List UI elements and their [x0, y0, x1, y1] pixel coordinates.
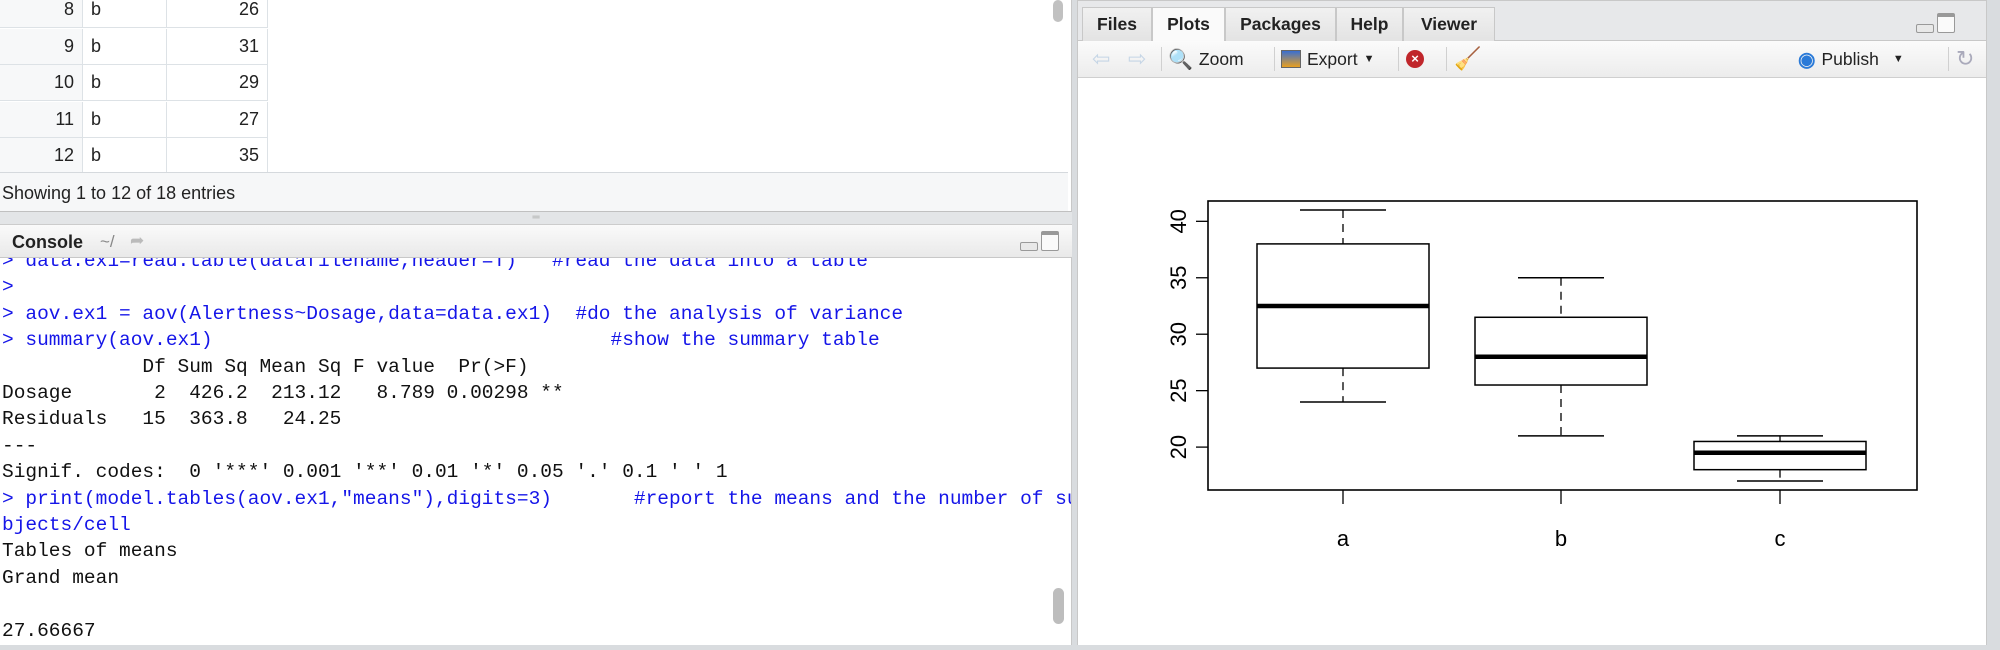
console-output-line: Signif. codes: 0 '***' 0.001 '**' 0.01 '…: [2, 461, 728, 484]
y-tick-label: 30: [1166, 322, 1191, 346]
console-header: Console ~/ ➦: [0, 224, 1072, 258]
console-output-line: Df Sum Sq Mean Sq F value Pr(>F): [2, 355, 564, 378]
table-cell: b: [83, 0, 167, 28]
tab-files[interactable]: Files: [1082, 7, 1152, 41]
magnifier-zoom-icon: 🔍: [1168, 48, 1193, 71]
table-row: 8 b 26: [0, 0, 268, 28]
y-tick-label: 20: [1166, 435, 1191, 459]
table-cell: 31: [167, 28, 268, 65]
table-cell: b: [83, 138, 167, 174]
tab-plots[interactable]: Plots: [1152, 7, 1225, 42]
table-cell: 35: [167, 138, 268, 174]
maximize-icon[interactable]: [1937, 13, 1955, 33]
clear-all-broom-icon[interactable]: 🧹: [1454, 46, 1481, 72]
publish-button[interactable]: ◉ Publish ▼: [1798, 46, 1904, 72]
table-cell: b: [83, 65, 167, 101]
table-cell: 8: [0, 0, 83, 28]
tab-packages[interactable]: Packages: [1225, 7, 1336, 41]
console-input-line: > data.ex1=read.table(datafilename,heade…: [2, 258, 868, 272]
pane-tabs: Files Plots Packages Help Viewer: [1078, 1, 1986, 42]
table-cell: b: [83, 28, 167, 65]
console-output-line: Tables of means: [2, 540, 178, 563]
remove-plot-icon: ×: [1406, 50, 1424, 68]
dropdown-caret-icon: ▼: [1363, 53, 1375, 65]
plots-toolbar: ⇦ ⇨ 🔍 Zoom Export ▼ × 🧹 ◉ Publish ▼ ↻: [1078, 41, 1986, 78]
table-row: 11 b 27: [0, 101, 268, 138]
y-tick-label: 35: [1166, 266, 1191, 290]
table-row: 10 b 29: [0, 65, 268, 101]
back-arrow-icon[interactable]: ⇦: [1092, 46, 1110, 72]
console-output-line: Dosage 2 426.2 213.12 8.789 0.00298 **: [2, 382, 564, 405]
remove-plot-button[interactable]: ×: [1406, 46, 1424, 72]
dropdown-caret-icon: ▼: [1892, 53, 1904, 65]
table-cell: b: [83, 101, 167, 138]
console-input-line: >: [2, 276, 14, 299]
console-output-line: ---: [2, 434, 38, 457]
plot-area: 20 25 30 35 40 a b c: [1078, 79, 1986, 645]
forward-arrow-icon[interactable]: ⇨: [1128, 46, 1146, 72]
box-b: [1474, 316, 1648, 386]
boxplot-chart: 20 25 30 35 40 a b c: [1166, 200, 1918, 551]
y-tick-label: 40: [1166, 209, 1191, 233]
console-output-line: Grand mean: [2, 566, 120, 589]
tab-viewer[interactable]: Viewer: [1403, 7, 1495, 41]
console-output-line: Residuals 15 363.8 24.25: [2, 408, 552, 431]
table-cell: 29: [167, 65, 268, 101]
box-c: [1693, 440, 1867, 471]
console-input-line: > summary(aov.ex1) #show the summary tab…: [2, 329, 880, 352]
console-path[interactable]: ~/: [100, 232, 115, 252]
console-scrollbar[interactable]: [1053, 588, 1064, 624]
table-cell: 26: [167, 0, 268, 28]
table-footer: Showing 1 to 12 of 18 entries: [0, 172, 1068, 211]
x-tick-label: a: [1337, 526, 1350, 551]
console-input-line: bjects/cell: [2, 514, 131, 537]
share-arrow-icon[interactable]: ➦: [130, 231, 144, 251]
console-output[interactable]: > data.ex1=read.table(datafilename,heade…: [0, 258, 1072, 645]
x-tick-label: b: [1555, 526, 1567, 551]
maximize-icon[interactable]: [1041, 231, 1059, 251]
export-button[interactable]: Export ▼: [1281, 46, 1374, 72]
table-row: 12 b 35: [0, 138, 268, 174]
console-title: Console: [12, 232, 84, 252]
table-row: 9 b 31: [0, 28, 268, 65]
console-output-line: 27.66667: [2, 619, 108, 642]
table-scrollbar[interactable]: [1053, 0, 1063, 22]
minimize-icon[interactable]: [1020, 242, 1038, 251]
minimize-icon[interactable]: [1916, 24, 1934, 33]
refresh-icon[interactable]: ↻: [1956, 46, 1974, 72]
data-viewer: 8 b 26 9 b 31 10 b 29 11 b 27 12 b 35 Showing 1 to 12 …: [0, 0, 1072, 212]
table-cell: 11: [0, 101, 83, 138]
table-cell: 12: [0, 138, 83, 174]
y-tick-label: 25: [1166, 378, 1191, 402]
table-cell: 9: [0, 28, 83, 65]
console-input-line: > aov.ex1 = aov(Alertness~Dosage,data=da…: [2, 302, 904, 325]
console-input-line: > print(model.tables(aov.ex1,"means"),di…: [2, 487, 1072, 510]
pane-splitter[interactable]: ═: [0, 212, 1072, 224]
plots-pane: Files Plots Packages Help Viewer ⇦ ⇨ 🔍 Zo…: [1077, 0, 1987, 645]
publish-icon: ◉: [1798, 48, 1816, 71]
table-cell: 27: [167, 101, 268, 138]
table-cell: 10: [0, 65, 83, 101]
zoom-button[interactable]: 🔍 Zoom: [1168, 46, 1244, 72]
tab-help[interactable]: Help: [1336, 7, 1403, 41]
x-tick-label: c: [1775, 526, 1786, 551]
left-column: 8 b 26 9 b 31 10 b 29 11 b 27 12 b 35 Showing 1 to 12 …: [0, 0, 1072, 645]
image-export-icon: [1281, 50, 1301, 68]
